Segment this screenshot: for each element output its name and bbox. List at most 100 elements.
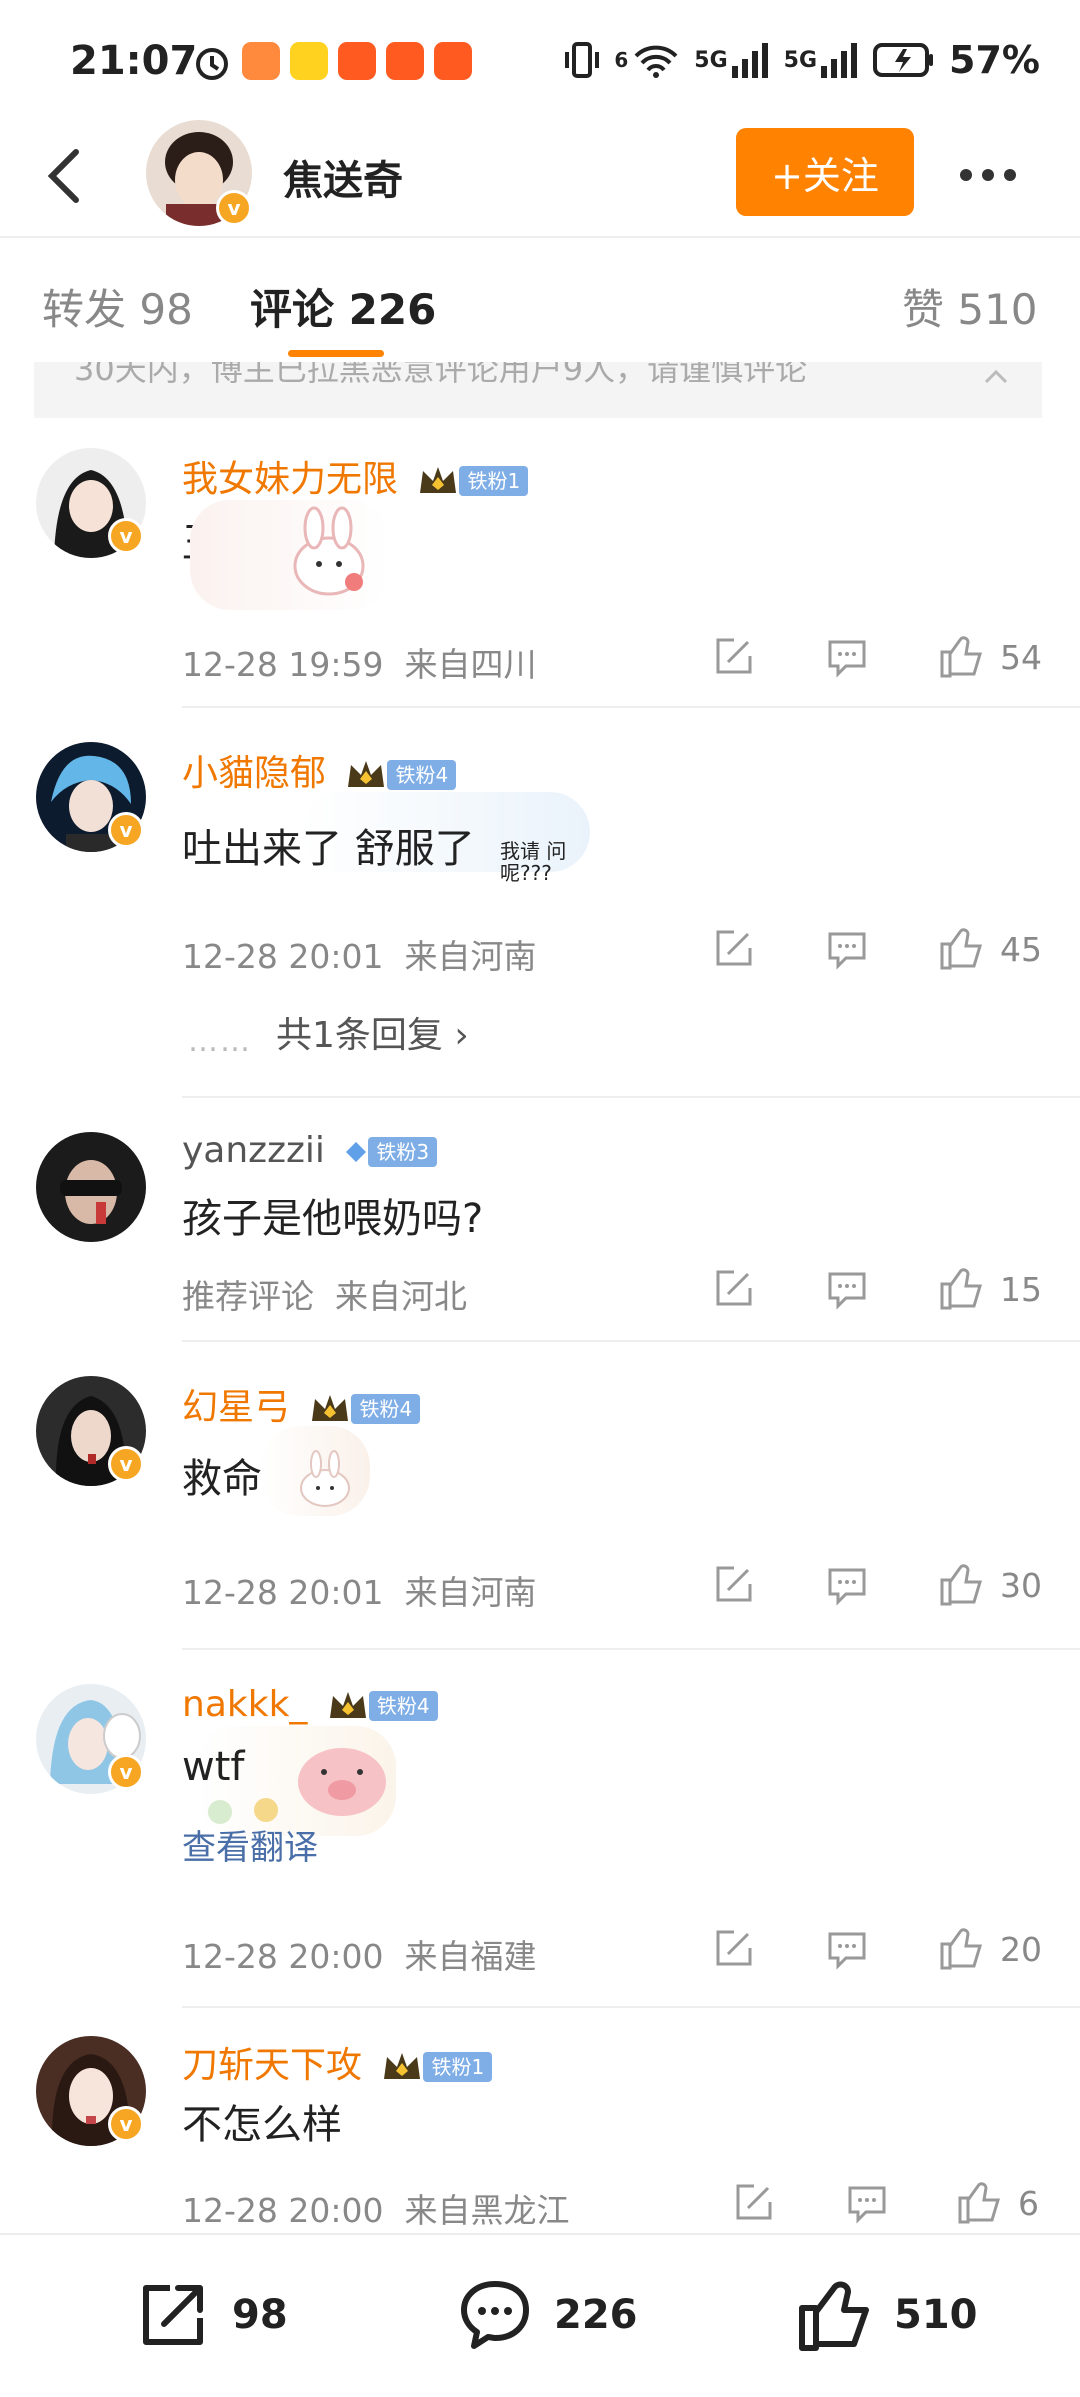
- divider: [182, 1096, 1080, 1098]
- like-icon[interactable]: [938, 1264, 986, 1312]
- comment-text: wtf: [182, 1744, 245, 1790]
- network-label: 5G: [694, 47, 728, 73]
- comment-meta: 推荐评论 来自河北: [182, 1270, 467, 1318]
- username[interactable]: 刀斩天下攻 铁粉1: [182, 2036, 493, 2088]
- edit-icon[interactable]: [712, 1928, 754, 1970]
- comment-count: 226: [554, 2292, 638, 2338]
- like-button[interactable]: 510: [796, 2260, 978, 2370]
- like-icon[interactable]: [938, 924, 986, 972]
- fan-badge-label: 铁粉1: [459, 466, 529, 496]
- username[interactable]: 幻星弓 铁粉4: [182, 1378, 421, 1430]
- wifi-icon: [634, 45, 678, 78]
- repost-button[interactable]: 98: [134, 2260, 288, 2370]
- comment-date: 12-28 20:01: [182, 1573, 384, 1612]
- comment-location: 来自河北: [334, 1277, 467, 1316]
- like-count: 30: [1000, 1566, 1042, 1605]
- app-notification-icon: [242, 42, 280, 80]
- comment-text: 不怎么样: [182, 2102, 342, 2148]
- like-icon[interactable]: [956, 2178, 1004, 2226]
- repost-icon: [143, 2285, 203, 2345]
- wifi-label: 6: [614, 48, 629, 72]
- comment-date: 12-28 19:59: [182, 645, 384, 684]
- notification-icons: [192, 42, 472, 82]
- like-count-total: 510: [894, 2292, 978, 2338]
- notice-banner: 30天内，博主已拉黑恶意评论用户9人，请谨慎评论: [34, 362, 1042, 418]
- fan-badge: 铁粉1: [381, 2049, 493, 2085]
- edit-icon[interactable]: [712, 1268, 754, 1310]
- app-notification-icon: [338, 42, 376, 80]
- comment-icon[interactable]: [826, 636, 868, 678]
- verified-badge: v: [108, 812, 144, 848]
- comment-location: 来自四川: [404, 645, 537, 684]
- comment-icon[interactable]: [826, 1564, 868, 1606]
- tab-likes[interactable]: 赞 510: [902, 276, 1038, 337]
- tab-indicator: [288, 350, 384, 357]
- fan-badge: 铁粉4: [345, 757, 457, 793]
- fan-badge: 铁粉3: [344, 1137, 438, 1167]
- username-text: 刀斩天下攻: [182, 2045, 363, 2086]
- more-icon[interactable]: [960, 166, 1026, 185]
- like-count: 54: [1000, 638, 1042, 677]
- username[interactable]: 小貓隐郁 铁粉4: [182, 744, 457, 796]
- status-bar: 21:07 6 5G 5G 57%: [0, 0, 1080, 120]
- fan-badge: 铁粉1: [417, 463, 529, 499]
- comment-text: 吐出来了 舒服了: [182, 826, 475, 872]
- follow-button[interactable]: +关注: [736, 128, 914, 216]
- username[interactable]: 我女妹力无限 铁粉1: [182, 450, 529, 502]
- comment-icon: [461, 2281, 529, 2349]
- comment-meta: 12-28 20:01 来自河南: [182, 1566, 536, 1614]
- battery-icon: [873, 43, 934, 77]
- username-text: 小貓隐郁: [182, 753, 327, 794]
- like-count: 15: [1000, 1270, 1042, 1309]
- fan-badge-label: 铁粉3: [368, 1137, 438, 1167]
- crown-icon: [420, 467, 457, 493]
- comment-location: 来自福建: [404, 1937, 537, 1976]
- comment-icon[interactable]: [826, 1928, 868, 1970]
- username-text: 幻星弓: [182, 1387, 291, 1428]
- username-text: nakkk_: [182, 1684, 308, 1725]
- fan-badge: 铁粉4: [309, 1391, 421, 1427]
- translate-link[interactable]: 查看翻译: [182, 1820, 318, 1869]
- tab-comments[interactable]: 评论 226: [250, 276, 436, 337]
- avatar[interactable]: [36, 1132, 146, 1242]
- comment-location: 来自黑龙江: [404, 2191, 570, 2230]
- comment-date: 12-28 20:00: [182, 2191, 384, 2230]
- comment-text: 救命: [182, 1456, 262, 1502]
- divider: [182, 1340, 1080, 1342]
- comment-meta: 12-28 19:59 来自四川: [182, 638, 536, 686]
- crown-icon: [348, 761, 385, 787]
- verified-badge: v: [108, 1754, 144, 1790]
- close-icon[interactable]: [984, 368, 1008, 392]
- view-replies-link[interactable]: 共1条回复 ›: [276, 1006, 469, 1058]
- like-icon[interactable]: [938, 1560, 986, 1608]
- fan-badge: 铁粉4: [327, 1688, 438, 1724]
- username[interactable]: nakkk_ 铁粉4: [182, 1684, 438, 1725]
- crown-icon: [384, 2053, 421, 2079]
- comment-icon[interactable]: [846, 2182, 888, 2224]
- like-icon[interactable]: [938, 632, 986, 680]
- like-icon: [799, 2281, 869, 2351]
- comment-date: 12-28 20:00: [182, 1937, 384, 1976]
- back-button[interactable]: [36, 140, 96, 210]
- like-count: 45: [1000, 930, 1042, 969]
- edit-icon[interactable]: [732, 2182, 774, 2224]
- comment-button[interactable]: 226: [456, 2260, 638, 2370]
- verified-badge: v: [108, 2106, 144, 2142]
- edit-icon[interactable]: [712, 1564, 754, 1606]
- comment-meta: 12-28 20:00 来自福建: [182, 1930, 536, 1978]
- comment-icon[interactable]: [826, 1268, 868, 1310]
- sticker: [260, 1426, 370, 1516]
- network-label: 5G: [783, 47, 818, 73]
- edit-icon[interactable]: [712, 636, 754, 678]
- edit-icon[interactable]: [712, 928, 754, 970]
- tab-repost[interactable]: 转发 98: [42, 276, 193, 337]
- comment-icon[interactable]: [826, 928, 868, 970]
- like-icon[interactable]: [938, 1924, 986, 1972]
- fan-badge-label: 铁粉4: [387, 760, 457, 790]
- bunny-sticker-icon: [293, 506, 365, 596]
- username[interactable]: yanzzzii 铁粉3: [182, 1130, 438, 1171]
- comment-date: 12-28 20:01: [182, 937, 384, 976]
- reply-dots: ……: [188, 1024, 252, 1059]
- app-notification-icon: [386, 42, 424, 80]
- username-text: 我女妹力无限: [182, 459, 399, 500]
